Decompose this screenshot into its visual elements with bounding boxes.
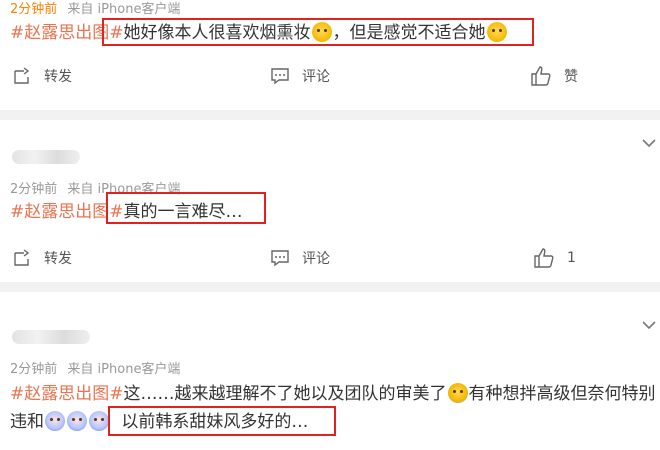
repost-button[interactable]: 转发	[12, 238, 72, 278]
like-icon	[534, 248, 554, 268]
like-button[interactable]: 1	[533, 238, 576, 278]
repost-label: 转发	[44, 69, 72, 85]
username-blurred[interactable]	[12, 150, 80, 164]
comment-label: 评论	[302, 251, 330, 267]
comment-meta: 2分钟前 来自 iPhone客户端	[10, 358, 186, 377]
comment-time: 2分钟前	[10, 362, 58, 377]
emoji-icon	[89, 411, 109, 431]
comment-icon	[271, 68, 289, 85]
comment-label: 评论	[302, 69, 330, 85]
like-icon	[531, 66, 551, 86]
action-bar: 转发 评论 赞	[0, 56, 660, 96]
comment-body: 这……越来越理解不了她以及团队的审美了	[123, 384, 447, 404]
comment-body-cont: 有种想拌高级但奈何特别	[468, 384, 656, 404]
like-count: 赞	[564, 69, 578, 85]
repost-label: 转发	[44, 251, 72, 267]
comment-source: 来自 iPhone客户端	[67, 362, 181, 377]
comment-button[interactable]: 评论	[270, 56, 330, 96]
comment-card-2: 2分钟前 来自 iPhone客户端 #赵露思出图#真的一言难尽… 转发 评论 1	[0, 120, 660, 280]
separator	[0, 282, 660, 292]
highlight-box	[102, 18, 534, 46]
comment-time: 2分钟前	[10, 2, 58, 17]
comment-icon	[271, 250, 289, 267]
hashtag-link[interactable]: #赵露思出图#	[10, 384, 124, 404]
highlight-box	[108, 406, 336, 436]
repost-icon	[14, 67, 30, 84]
username-blurred[interactable]	[12, 330, 90, 344]
comment-card-3: 2分钟前 来自 iPhone客户端 #赵露思出图#这……越来越理解不了她以及团队…	[0, 292, 660, 450]
chevron-down-icon[interactable]	[642, 320, 656, 330]
comment-card-1: 2分钟前 来自 iPhone客户端 #赵露思出图#她好像本人很喜欢烟熏妆 ，但是感…	[0, 0, 660, 110]
comment-text-line1: #赵露思出图#这……越来越理解不了她以及团队的审美了 有种想拌高级但奈何特别	[10, 382, 656, 406]
like-button[interactable]: 赞	[530, 56, 578, 96]
separator	[0, 110, 660, 120]
comment-meta: 2分钟前 来自 iPhone客户端	[10, 0, 186, 17]
comment-button[interactable]: 评论	[270, 238, 330, 278]
repost-button[interactable]: 转发	[12, 56, 72, 96]
highlight-box	[106, 192, 266, 224]
emoji-icon	[67, 411, 87, 431]
comment-source: 来自 iPhone客户端	[67, 2, 181, 17]
repost-icon	[14, 249, 30, 266]
chevron-down-icon[interactable]	[642, 138, 656, 148]
comment-body: 违和	[10, 412, 44, 432]
emoji-icon	[45, 411, 65, 431]
emoji-icon	[447, 383, 468, 403]
action-bar: 转发 评论 1	[0, 238, 660, 278]
like-count: 1	[567, 250, 576, 266]
comment-time: 2分钟前	[10, 182, 58, 197]
